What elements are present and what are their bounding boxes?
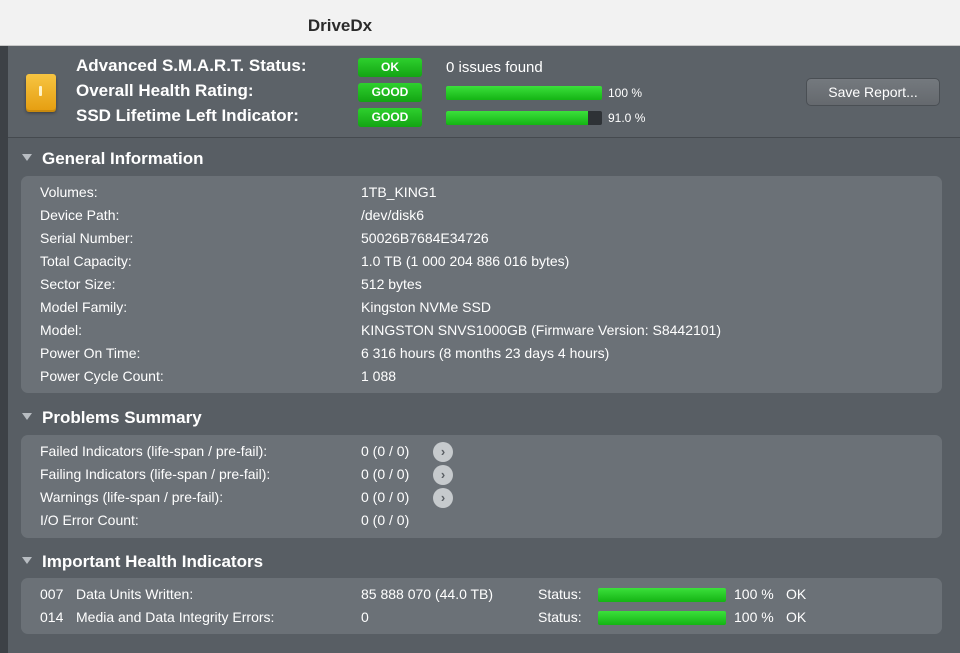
title-bar: DriveDx (0, 0, 960, 46)
problems-summary-panel: Failed Indicators (life-span / pre-fail)… (21, 435, 942, 538)
arrow-right-icon[interactable]: › (433, 442, 453, 462)
problem-key: I/O Error Count: (40, 512, 139, 528)
info-key: Power On Time: (40, 345, 141, 361)
info-key: Volumes: (40, 184, 98, 200)
info-value: KINGSTON SNVS1000GB (Firmware Version: S… (361, 322, 722, 338)
status-area: Advanced S.M.A.R.T. Status: OK 0 issues … (8, 46, 960, 138)
disclosure-triangle-icon[interactable] (22, 413, 32, 420)
health-rating-badge: GOOD (358, 83, 422, 102)
info-value: 1TB_KING1 (361, 184, 437, 200)
indicator-percent: 100 % (734, 586, 774, 602)
indicator-name: Media and Data Integrity Errors: (76, 609, 275, 625)
smart-status-label: Advanced S.M.A.R.T. Status: (76, 56, 307, 75)
disclosure-triangle-icon[interactable] (22, 557, 32, 564)
indicator-percent: 100 % (734, 609, 774, 625)
arrow-right-icon[interactable]: › (433, 488, 453, 508)
arrow-right-icon[interactable]: › (433, 465, 453, 485)
info-key: Model: (40, 322, 83, 338)
indicator-state: OK (786, 609, 807, 625)
window-title: DriveDx (307, 16, 373, 35)
problem-value: 0 (0 / 0) (361, 489, 410, 505)
indicator-id: 014 (40, 609, 64, 625)
health-rating-label: Overall Health Rating: (76, 81, 254, 100)
info-key: Device Path: (40, 207, 120, 223)
info-value: 6 316 hours (8 months 23 days 4 hours) (361, 345, 610, 361)
lifetime-left-label: SSD Lifetime Left Indicator: (76, 106, 299, 125)
info-value: 1.0 TB (1 000 204 886 016 bytes) (361, 253, 570, 269)
info-key: Total Capacity: (40, 253, 132, 269)
problem-value: 0 (0 / 0) (361, 443, 410, 459)
info-value: 512 bytes (361, 276, 422, 292)
lifetime-left-bar (446, 111, 602, 125)
indicator-status-bar (598, 611, 726, 625)
problem-key: Failed Indicators (life-span / pre-fail)… (40, 443, 268, 459)
indicator-status-bar-fill (598, 588, 726, 602)
info-key: Serial Number: (40, 230, 134, 246)
indicator-value: 85 888 070 (44.0 TB) (361, 586, 494, 602)
problem-value: 0 (0 / 0) (361, 466, 410, 482)
health-indicators-title: Important Health Indicators (42, 552, 264, 571)
indicator-name: Data Units Written: (76, 586, 194, 602)
external-drive-icon (26, 74, 56, 110)
info-value: 50026B7684E34726 (361, 230, 489, 246)
problems-summary-header[interactable]: Problems Summary (22, 408, 202, 430)
info-key: Power Cycle Count: (40, 368, 164, 384)
general-info-header[interactable]: General Information (22, 149, 204, 171)
indicator-status-bar (598, 588, 726, 602)
health-rating-bar-fill (446, 86, 602, 100)
problem-key: Failing Indicators (life-span / pre-fail… (40, 466, 271, 482)
info-value: /dev/disk6 (361, 207, 425, 223)
problem-value: 0 (0 / 0) (361, 512, 410, 528)
lifetime-left-bar-fill (446, 111, 588, 125)
health-indicators-panel: 007 Data Units Written: 85 888 070 (44.0… (21, 578, 942, 634)
general-info-panel: Volumes: 1TB_KING1 Device Path: /dev/disk6… (21, 176, 942, 393)
indicator-status-bar-fill (598, 611, 726, 625)
problems-summary-title: Problems Summary (42, 408, 202, 427)
health-indicators-header[interactable]: Important Health Indicators (22, 552, 263, 574)
disclosure-triangle-icon[interactable] (22, 154, 32, 161)
indicator-id: 007 (40, 586, 64, 602)
info-key: Sector Size: (40, 276, 116, 292)
indicator-status-label: Status: (538, 609, 582, 625)
issues-found-text: 0 issues found (446, 59, 543, 76)
info-value: 1 088 (361, 368, 397, 384)
main-window: Advanced S.M.A.R.T. Status: OK 0 issues … (8, 46, 960, 653)
lifetime-left-percent: 91.0 % (608, 111, 646, 125)
info-value: Kingston NVMe SSD (361, 299, 491, 315)
info-key: Model Family: (40, 299, 128, 315)
indicator-value: 0 (361, 609, 369, 625)
save-report-button[interactable]: Save Report... (806, 78, 940, 106)
lifetime-left-badge: GOOD (358, 108, 422, 127)
general-info-title: General Information (42, 149, 204, 168)
health-rating-percent: 100 % (608, 86, 643, 100)
indicator-status-label: Status: (538, 586, 582, 602)
indicator-state: OK (786, 586, 807, 602)
smart-status-badge: OK (358, 58, 422, 77)
health-rating-bar (446, 86, 602, 100)
problem-key: Warnings (life-span / pre-fail): (40, 489, 224, 505)
